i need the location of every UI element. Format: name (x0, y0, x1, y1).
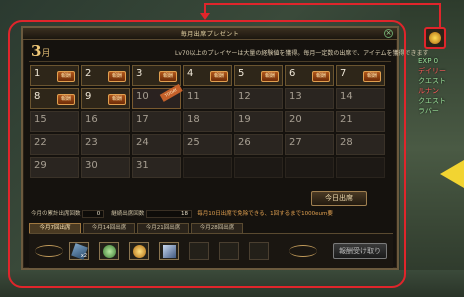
quest-arrow-icon (440, 160, 464, 188)
quest-item: クエスト (418, 77, 446, 85)
quest-tracker: EXP 0 デイリー クエスト ルナン クエスト ラバー (418, 56, 464, 116)
gift-icon (429, 32, 441, 44)
annotation-line (205, 3, 441, 5)
attendance-menu-button[interactable] (424, 27, 446, 49)
quest-item: デイリー (418, 67, 446, 75)
quest-item: EXP 0 (418, 57, 439, 65)
annotation-frame (8, 20, 406, 288)
quest-item: ラバー (418, 107, 439, 115)
quest-item: クエスト (418, 97, 446, 105)
annotation-line (439, 3, 441, 27)
quest-item: ルナン (418, 87, 439, 95)
annotation-arrow-icon (200, 13, 210, 20)
